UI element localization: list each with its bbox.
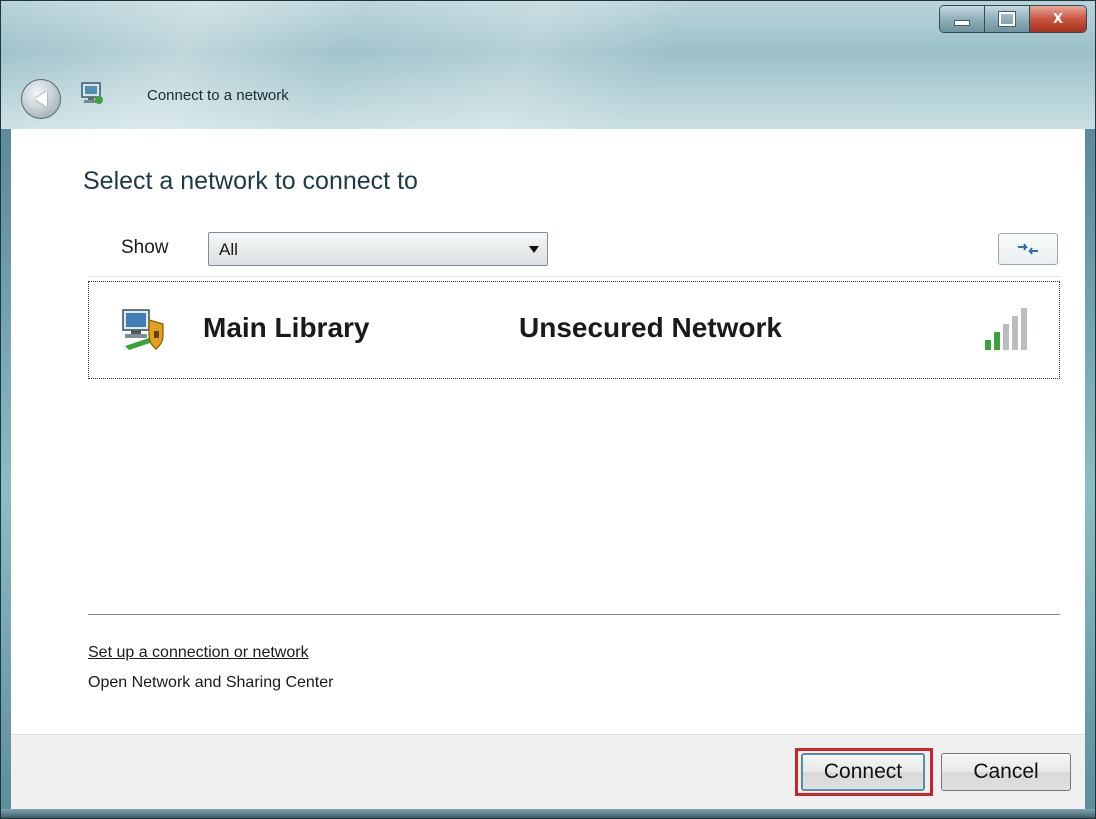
maximize-button[interactable] [985,6,1030,32]
network-list-item[interactable]: Main Library Unsecured Network [88,281,1060,379]
refresh-icon [1018,243,1038,255]
signal-bar [1003,324,1009,350]
show-filter-dropdown[interactable]: All [208,232,548,266]
open-network-center-link[interactable]: Open Network and Sharing Center [88,674,333,692]
dropdown-arrow-icon [529,246,539,253]
show-filter-value: All [219,240,238,259]
list-top-divider [88,276,1060,277]
minimize-button[interactable] [940,6,985,32]
title-bar: X Connect to a network [1,1,1095,129]
show-label: Show [121,237,169,258]
network-name: Main Library [203,312,370,343]
back-button[interactable] [21,79,61,119]
network-window-icon [81,82,103,104]
close-icon: X [1052,11,1064,27]
signal-strength-icon [985,308,1027,350]
button-bar: Connect Cancel [11,734,1085,810]
links-divider [88,614,1060,615]
cancel-button[interactable]: Cancel [941,753,1071,791]
signal-bar [1012,316,1018,350]
connect-button[interactable]: Connect [801,753,925,791]
signal-bar [985,340,991,350]
close-button[interactable]: X [1030,6,1086,32]
signal-bar [1021,308,1027,350]
connect-to-network-window: X Connect to a network Select a network … [0,0,1096,819]
maximize-icon [999,12,1015,26]
window-title: Connect to a network [147,87,289,104]
signal-bar [994,332,1000,350]
network-security: Unsecured Network [519,312,782,343]
window-controls: X [939,5,1087,33]
refresh-button[interactable] [998,233,1058,265]
network-shield-icon [122,309,164,350]
back-arrow-icon [35,91,47,107]
dialog-content: Select a network to connect to Show All [11,129,1085,734]
page-heading: Select a network to connect to [83,167,418,195]
setup-connection-link[interactable]: Set up a connection or network [88,644,309,662]
minimize-icon [954,20,970,26]
window-bottom-edge [1,809,1095,818]
